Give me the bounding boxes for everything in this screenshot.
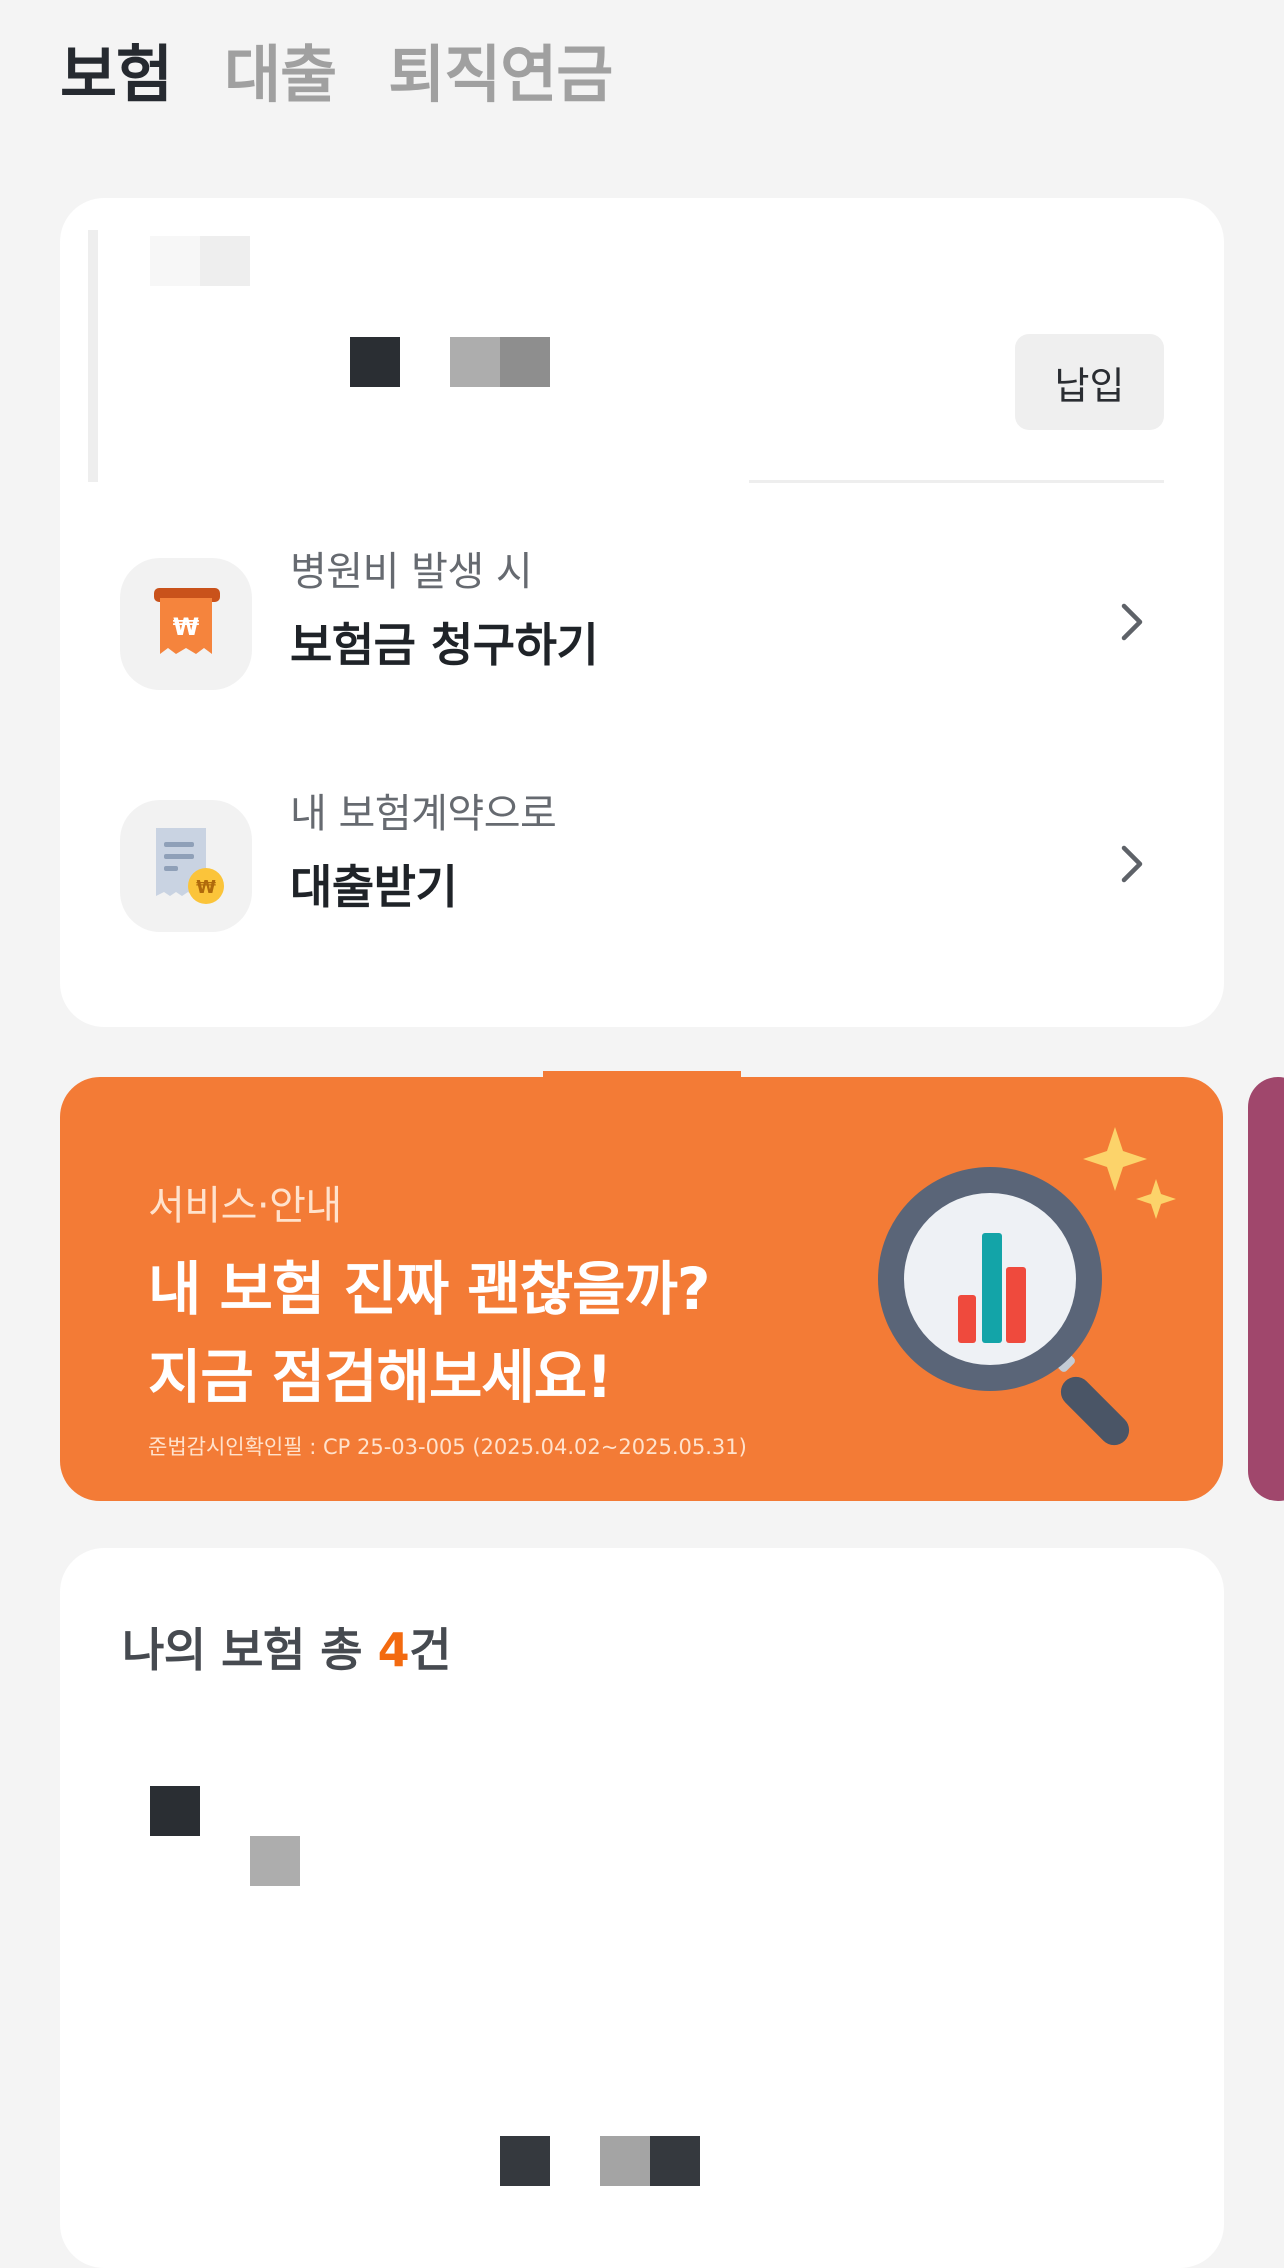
my-policies-card: 나의 보험 총 4건 <box>60 1548 1224 2268</box>
loan-row-subtitle: 내 보험계약으로 <box>290 791 557 837</box>
loan-row-title: 대출받기 <box>290 860 458 914</box>
loan-row-texts: 내 보험계약으로 대출받기 <box>290 791 557 914</box>
magnifier-chart-icon <box>878 1127 1176 1446</box>
redacted-block <box>150 1786 200 1836</box>
banner-title-line2: 지금 점검해보세요! <box>148 1343 613 1411</box>
insurance-checkup-banner[interactable]: 서비스·안내 내 보험 진짜 괜찮을까? 지금 점검해보세요! 준법감시인확인필… <box>60 1077 1223 1501</box>
banner-title: 내 보험 진짜 괜찮을까? 지금 점검해보세요! <box>148 1245 710 1421</box>
next-banner-peek[interactable] <box>1248 1077 1284 1501</box>
divider <box>749 480 1164 483</box>
redacted-block <box>250 1836 300 1886</box>
svg-text:₩: ₩ <box>196 877 216 898</box>
pay-button[interactable]: 납입 <box>1015 334 1164 430</box>
chevron-right-icon <box>1121 603 1143 641</box>
tab-insurance[interactable]: 보험 <box>60 44 173 106</box>
redacted-block <box>450 337 500 387</box>
svg-text:₩: ₩ <box>173 613 200 641</box>
tab-retirement-pension[interactable]: 퇴직연금 <box>388 44 613 106</box>
claim-receipt-icon: ₩ <box>120 558 252 690</box>
insurance-loan-row[interactable]: ₩ 내 보험계약으로 대출받기 <box>60 794 1224 980</box>
policy-count-heading: 나의 보험 총 4건 <box>122 1614 451 1680</box>
banner-compliance-note: 준법감시인확인필 : CP 25-03-005 (2025.04.02~2025… <box>148 1435 747 1459</box>
redacted-block <box>350 337 400 387</box>
redacted-block <box>650 2136 700 2186</box>
redacted-block <box>500 2136 550 2186</box>
chevron-right-icon <box>1121 845 1143 883</box>
loan-document-icon: ₩ <box>120 800 252 932</box>
summary-accent-bar <box>88 230 98 482</box>
redacted-block <box>500 337 550 387</box>
insurance-summary-card: 납입 ₩ 병원비 발생 시 보험금 청구하기 ₩ 내 보험계약으로 대출받기 <box>60 198 1224 1027</box>
top-tabs: 보험 대출 퇴직연금 <box>60 44 613 106</box>
policy-count-prefix: 나의 보험 총 <box>122 1623 378 1677</box>
tab-loan[interactable]: 대출 <box>224 44 337 106</box>
claim-row-texts: 병원비 발생 시 보험금 청구하기 <box>290 549 599 672</box>
redacted-block <box>150 236 200 286</box>
claim-row-title: 보험금 청구하기 <box>290 618 599 672</box>
claim-row-subtitle: 병원비 발생 시 <box>290 549 533 595</box>
redacted-block <box>200 236 250 286</box>
banner-title-line1: 내 보험 진짜 괜찮을까? <box>148 1255 710 1323</box>
banner-category: 서비스·안내 <box>148 1183 342 1229</box>
policy-count-suffix: 건 <box>409 1623 451 1677</box>
redacted-block <box>600 2136 650 2186</box>
claim-insurance-row[interactable]: ₩ 병원비 발생 시 보험금 청구하기 <box>60 552 1224 738</box>
policy-count-number: 4 <box>377 1623 410 1677</box>
